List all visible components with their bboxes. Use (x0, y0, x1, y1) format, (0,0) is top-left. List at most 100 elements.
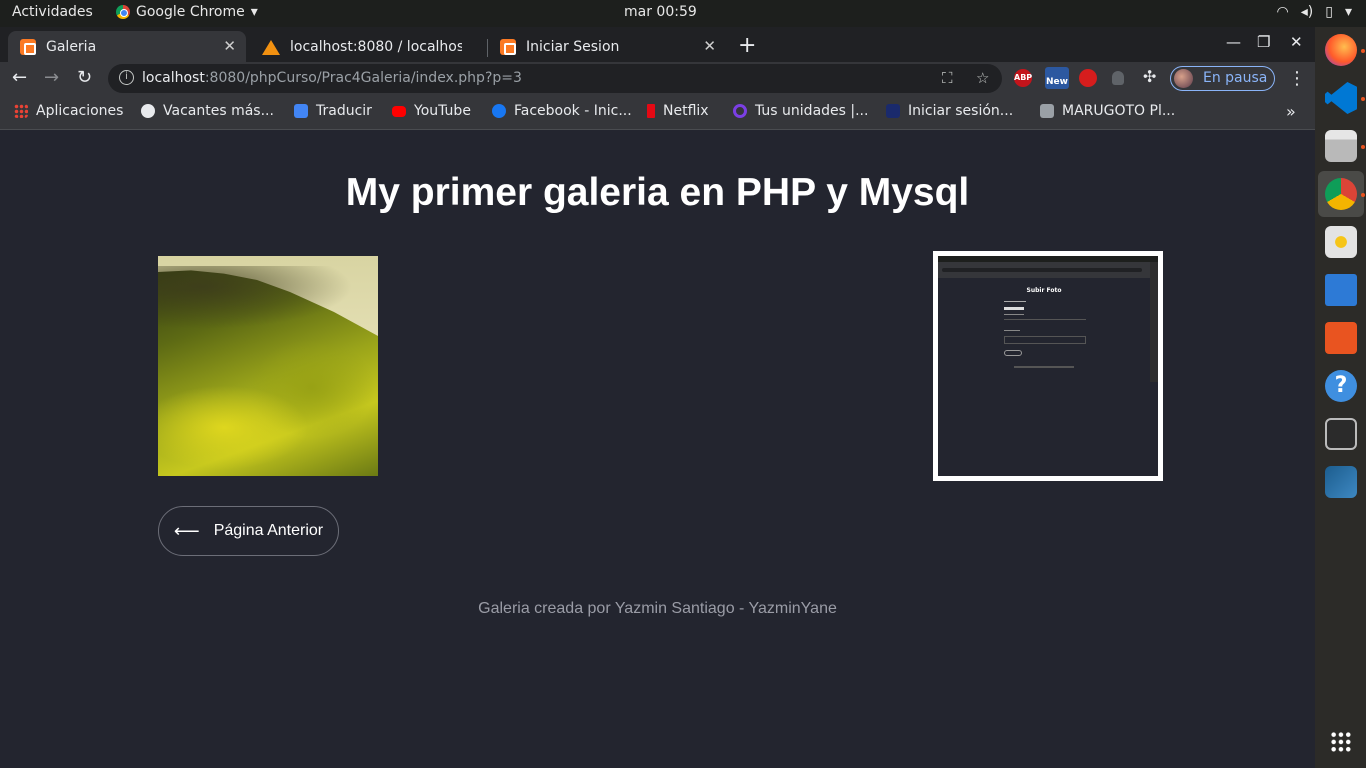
bookmark-label: Facebook - Inic... (514, 103, 632, 119)
thumbnail-dock (1150, 262, 1158, 382)
mysql-workbench-icon[interactable] (1325, 466, 1357, 498)
star-icon[interactable]: ☆ (976, 69, 989, 87)
thumbnail-button (1004, 350, 1022, 356)
tab-galeria[interactable]: Galeria ✕ (8, 31, 246, 62)
close-icon[interactable]: ✕ (223, 37, 236, 55)
tab-label: Galeria (46, 38, 97, 55)
marugoto-icon (1040, 104, 1054, 118)
profile-label: En pausa (1203, 70, 1268, 86)
battery-icon: ▯ (1325, 4, 1333, 20)
bookmark-tus-unidades[interactable]: Tus unidades |... (733, 103, 868, 119)
bookmarks-bar: Aplicaciones Vacantes más... Traducir Yo… (0, 95, 1315, 130)
bookmark-traducir[interactable]: Traducir (294, 103, 372, 119)
tab-phpmyadmin[interactable]: localhost:8080 / localhost (250, 31, 484, 62)
netflix-icon (647, 104, 655, 118)
back-arrow-icon[interactable]: ← (12, 67, 27, 88)
chevron-right-icon[interactable]: » (1286, 102, 1296, 121)
bookmark-netflix[interactable]: Netflix (647, 103, 709, 119)
arrow-left-icon: ⟵ (173, 520, 200, 541)
bookmark-label: Vacantes más... (163, 103, 274, 119)
browser-toolbar: ← → ↻ i localhost:8080/phpCurso/Prac4Gal… (0, 62, 1315, 95)
rhythmbox-icon[interactable] (1325, 226, 1357, 258)
oup-icon (886, 104, 900, 118)
activities-button[interactable]: Actividades (12, 4, 93, 20)
show-applications-icon[interactable] (1330, 731, 1352, 753)
running-indicator (1361, 49, 1365, 53)
clock[interactable]: mar 00:59 (624, 4, 697, 20)
translate-icon[interactable]: ⛶ (942, 69, 953, 87)
gallery-image-screenshot[interactable]: Subir Foto (933, 251, 1163, 481)
url-text: localhost:8080/phpCurso/Prac4Galeria/ind… (142, 70, 522, 86)
chrome-icon (116, 5, 130, 19)
facebook-icon (492, 104, 506, 118)
new-tab-button[interactable]: + (738, 33, 756, 58)
wifi-icon: ◠ (1276, 4, 1289, 20)
vscode-icon[interactable] (1325, 82, 1357, 114)
chrome-icon[interactable] (1325, 178, 1357, 210)
running-indicator (1361, 145, 1365, 149)
software-center-icon[interactable] (1325, 322, 1357, 354)
page-title: My primer galeria en PHP y Mysql (345, 171, 970, 214)
tab-label: Iniciar Sesion (526, 38, 620, 55)
app-menu[interactable]: Google Chrome ▾ (116, 4, 258, 20)
footer-credit: Galeria creada por Yazmin Santiago - Yaz… (478, 600, 837, 617)
bookmark-iniciar-sesion[interactable]: Iniciar sesión... (886, 103, 1013, 119)
restore-button[interactable]: ❐ (1257, 33, 1270, 51)
chevron-down-icon: ▾ (250, 4, 258, 20)
bookmark-marugoto[interactable]: MARUGOTO Pl... (1040, 103, 1175, 119)
bookmark-label: Traducir (316, 103, 372, 119)
bookmark-label: YouTube (414, 103, 471, 119)
help-icon[interactable]: ? (1325, 370, 1357, 402)
bookmark-vacantes[interactable]: Vacantes más... (141, 103, 274, 119)
screenshot-thumbnail: Subir Foto (938, 256, 1158, 476)
bookmark-label: Aplicaciones (36, 103, 124, 119)
close-icon[interactable]: ✕ (703, 37, 716, 55)
thumbnail-field (1004, 319, 1086, 320)
file-manager-icon[interactable] (1325, 130, 1357, 162)
hand-stop-icon[interactable] (1079, 69, 1097, 87)
address-bar[interactable]: i localhost:8080/phpCurso/Prac4Galeria/i… (108, 64, 1002, 93)
globe-icon (141, 104, 155, 118)
bookmark-facebook[interactable]: Facebook - Inic... (492, 103, 632, 119)
firefox-icon[interactable] (1325, 34, 1357, 66)
bookmark-aplicaciones[interactable]: Aplicaciones (14, 103, 123, 119)
ubuntu-dock: ? (1315, 27, 1366, 768)
window-close-button[interactable]: ✕ (1290, 33, 1303, 51)
thumbnail-page-bottom (938, 382, 1150, 476)
document-icon[interactable] (1325, 274, 1357, 306)
page-content: My primer galeria en PHP y Mysql Subir F… (0, 131, 1315, 768)
translate-icon (294, 104, 308, 118)
ghost-icon[interactable] (1112, 71, 1124, 85)
profile-button[interactable]: En pausa (1170, 66, 1275, 91)
phpmyadmin-icon (262, 39, 280, 55)
terminal-icon[interactable] (1325, 418, 1357, 450)
image-crest (158, 266, 378, 336)
new-extension-icon[interactable]: New (1045, 67, 1069, 89)
url-path: :8080/phpCurso/Prac4Galeria/index.php?p=… (204, 70, 522, 86)
youtube-icon (392, 105, 406, 117)
bookmark-label: Tus unidades |... (755, 103, 869, 119)
avatar (1174, 69, 1193, 88)
apps-grid-icon (14, 104, 28, 118)
minimize-button[interactable]: — (1226, 33, 1241, 51)
gallery-image-wave[interactable] (158, 256, 378, 476)
system-tray[interactable]: ◠ ◂) ▯ ▾ (1277, 4, 1352, 20)
quizlet-icon (733, 104, 747, 118)
system-top-bar: Actividades Google Chrome ▾ mar 00:59 ◠ … (0, 0, 1366, 27)
bookmark-youtube[interactable]: YouTube (392, 103, 471, 119)
app-menu-label: Google Chrome (136, 4, 245, 20)
tab-iniciar-sesion[interactable]: Iniciar Sesion ✕ (488, 31, 726, 62)
tab-label: localhost:8080 / localhost (290, 38, 462, 55)
thumbnail-field (1004, 314, 1024, 315)
bookmark-label: Iniciar sesión... (908, 103, 1014, 119)
thumbnail-footer (1014, 366, 1074, 368)
reload-icon[interactable]: ↻ (77, 67, 92, 88)
info-icon[interactable]: i (119, 70, 134, 85)
previous-page-button[interactable]: ⟵ Página Anterior (158, 506, 339, 556)
forward-arrow-icon[interactable]: → (44, 67, 59, 88)
adblock-plus-icon[interactable]: ABP (1014, 69, 1032, 87)
more-menu-icon[interactable]: ⋮ (1288, 68, 1306, 89)
bookmark-label: MARUGOTO Pl... (1062, 103, 1176, 119)
chevron-down-icon: ▾ (1344, 4, 1352, 20)
puzzle-icon[interactable]: ✣ (1143, 67, 1156, 86)
